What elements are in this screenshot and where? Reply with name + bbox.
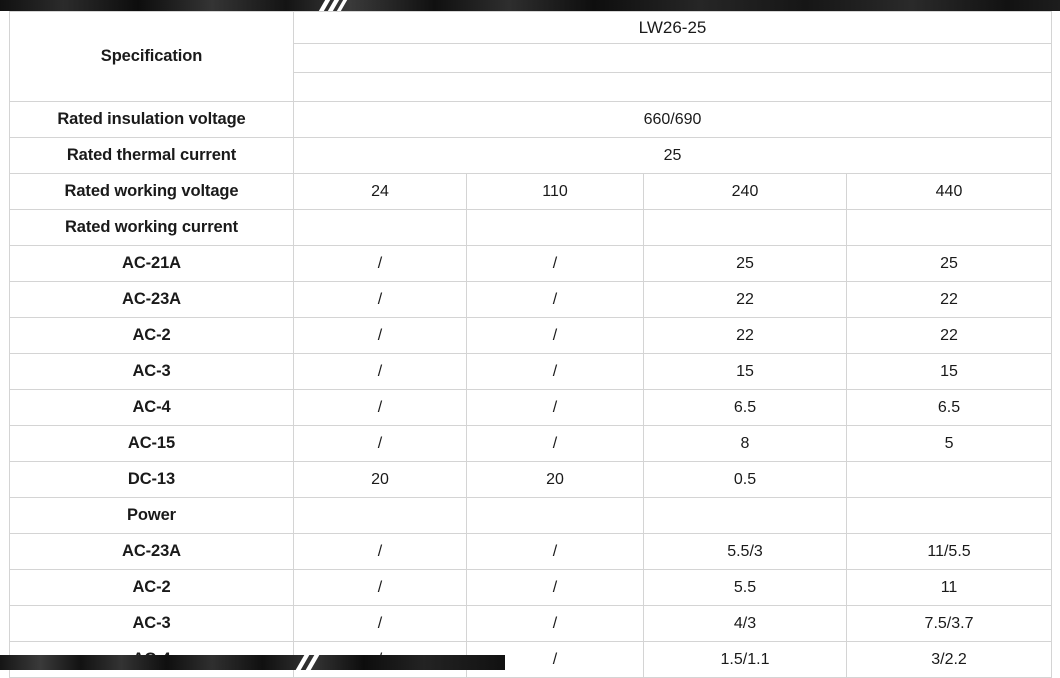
table-row: AC-23A / / 5.5/3 11/5.5 (9, 533, 1053, 570)
table-row: Specification LW26-25 (9, 11, 1053, 102)
cell-ac-21a-col3: 25 (643, 245, 847, 282)
cell-ac-2-current-col1: / (293, 317, 467, 354)
cell-ac-3-current-col4: 15 (845, 353, 1053, 390)
table-row: Power (9, 497, 1053, 534)
cell-ac-23a-current-col1: / (293, 281, 467, 318)
cell-ac-3-power-col3: 4/3 (643, 605, 847, 642)
row-label-specification: Specification (9, 11, 294, 102)
cell-working-current-col2 (466, 209, 644, 246)
cell-voltage-col1: 24 (293, 173, 467, 210)
table-row: DC-13 20 20 0.5 (9, 461, 1053, 498)
cell-ac-2-current-col2: / (466, 317, 644, 354)
cell-working-current-col3 (643, 209, 847, 246)
cell-ac-2-current-col4: 22 (845, 317, 1053, 354)
row-label-ac-15: AC-15 (9, 425, 294, 462)
cell-power-col1 (293, 497, 467, 534)
row-label-ac-21a: AC-21A (9, 245, 294, 282)
cell-ac-3-power-col4: 7.5/3.7 (845, 605, 1053, 642)
cell-ac-2-power-col4: 11 (845, 569, 1053, 606)
row-label-power: Power (9, 497, 294, 534)
row-label-rated-insulation-voltage: Rated insulation voltage (9, 101, 294, 138)
cell-power-col2 (466, 497, 644, 534)
row-label-rated-thermal-current: Rated thermal current (9, 137, 294, 174)
table-row: Rated thermal current 25 (9, 137, 1053, 174)
cell-ac-2-power-col3: 5.5 (643, 569, 847, 606)
cell-ac-23a-current-col4: 22 (845, 281, 1053, 318)
table-row: AC-23A / / 22 22 (9, 281, 1053, 318)
cell-working-current-col1 (293, 209, 467, 246)
cell-ac-2-power-col1: / (293, 569, 467, 606)
cell-ac-4-current-col4: 6.5 (845, 389, 1053, 426)
cell-ac-4-current-col3: 6.5 (643, 389, 847, 426)
row-label-rated-working-voltage: Rated working voltage (9, 173, 294, 210)
cell-rated-thermal-current: 25 (292, 137, 1053, 174)
row-label-ac-2-current: AC-2 (9, 317, 294, 354)
top-decorative-band (0, 0, 1060, 11)
cell-voltage-col3: 240 (643, 173, 847, 210)
cell-dc-13-col1: 20 (293, 461, 467, 498)
table-row: AC-3 / / 15 15 (9, 353, 1053, 390)
row-label-ac-23a-power: AC-23A (9, 533, 294, 570)
model-blank-row-1 (292, 43, 1053, 73)
table-row: Rated working voltage 24 110 240 440 (9, 173, 1053, 210)
cell-ac-2-current-col3: 22 (643, 317, 847, 354)
cell-ac-21a-col4: 25 (845, 245, 1053, 282)
cell-ac-4-power-col3: 1.5/1.1 (643, 641, 847, 678)
cell-ac-2-power-col2: / (466, 569, 644, 606)
table-row: AC-4 / / 6.5 6.5 (9, 389, 1053, 426)
row-label-ac-2-power: AC-2 (9, 569, 294, 606)
cell-ac-23a-power-col4: 11/5.5 (845, 533, 1053, 570)
model-blank-row-2 (292, 72, 1053, 102)
cell-dc-13-col3: 0.5 (643, 461, 847, 498)
row-label-ac-3-power: AC-3 (9, 605, 294, 642)
cell-ac-23a-current-col2: / (466, 281, 644, 318)
model-name-cell: LW26-25 (292, 11, 1053, 44)
table-row: AC-2 / / 22 22 (9, 317, 1053, 354)
row-label-dc-13: DC-13 (9, 461, 294, 498)
table-row: AC-21A / / 25 25 (9, 245, 1053, 282)
cell-ac-15-col3: 8 (643, 425, 847, 462)
row-label-rated-working-current: Rated working current (9, 209, 294, 246)
cell-power-col3 (643, 497, 847, 534)
cell-dc-13-col2: 20 (466, 461, 644, 498)
cell-ac-23a-power-col2: / (466, 533, 644, 570)
cell-ac-3-power-col1: / (293, 605, 467, 642)
row-label-ac-3-current: AC-3 (9, 353, 294, 390)
table-row: AC-2 / / 5.5 11 (9, 569, 1053, 606)
table-row: Rated working current (9, 209, 1053, 246)
cell-ac-23a-power-col3: 5.5/3 (643, 533, 847, 570)
cell-ac-3-current-col1: / (293, 353, 467, 390)
screenshot-root: Specification LW26-25 Rated insulation v… (0, 0, 1060, 678)
cell-ac-15-col2: / (466, 425, 644, 462)
row-label-ac-23a-current: AC-23A (9, 281, 294, 318)
cell-ac-3-current-col2: / (466, 353, 644, 390)
cell-dc-13-col4 (845, 461, 1053, 498)
cell-working-current-col4 (845, 209, 1053, 246)
cell-ac-23a-current-col3: 22 (643, 281, 847, 318)
cell-ac-4-power-col4: 3/2.2 (845, 641, 1053, 678)
cell-ac-15-col4: 5 (845, 425, 1053, 462)
cell-ac-4-current-col1: / (293, 389, 467, 426)
bottom-decorative-band (0, 655, 505, 670)
cell-voltage-col2: 110 (466, 173, 644, 210)
specification-table: Specification LW26-25 Rated insulation v… (9, 11, 1053, 678)
cell-ac-4-current-col2: / (466, 389, 644, 426)
cell-voltage-col4: 440 (845, 173, 1053, 210)
cell-ac-3-current-col3: 15 (643, 353, 847, 390)
row-label-ac-4-current: AC-4 (9, 389, 294, 426)
cell-ac-15-col1: / (293, 425, 467, 462)
table-row: AC-3 / / 4/3 7.5/3.7 (9, 605, 1053, 642)
cell-power-col4 (845, 497, 1053, 534)
cell-ac-3-power-col2: / (466, 605, 644, 642)
cell-ac-23a-power-col1: / (293, 533, 467, 570)
cell-rated-insulation-voltage: 660/690 (292, 101, 1053, 138)
cell-ac-21a-col2: / (466, 245, 644, 282)
table-row: AC-15 / / 8 5 (9, 425, 1053, 462)
cell-ac-21a-col1: / (293, 245, 467, 282)
diagonal-slash-icon (336, 0, 348, 11)
table-row: Rated insulation voltage 660/690 (9, 101, 1053, 138)
